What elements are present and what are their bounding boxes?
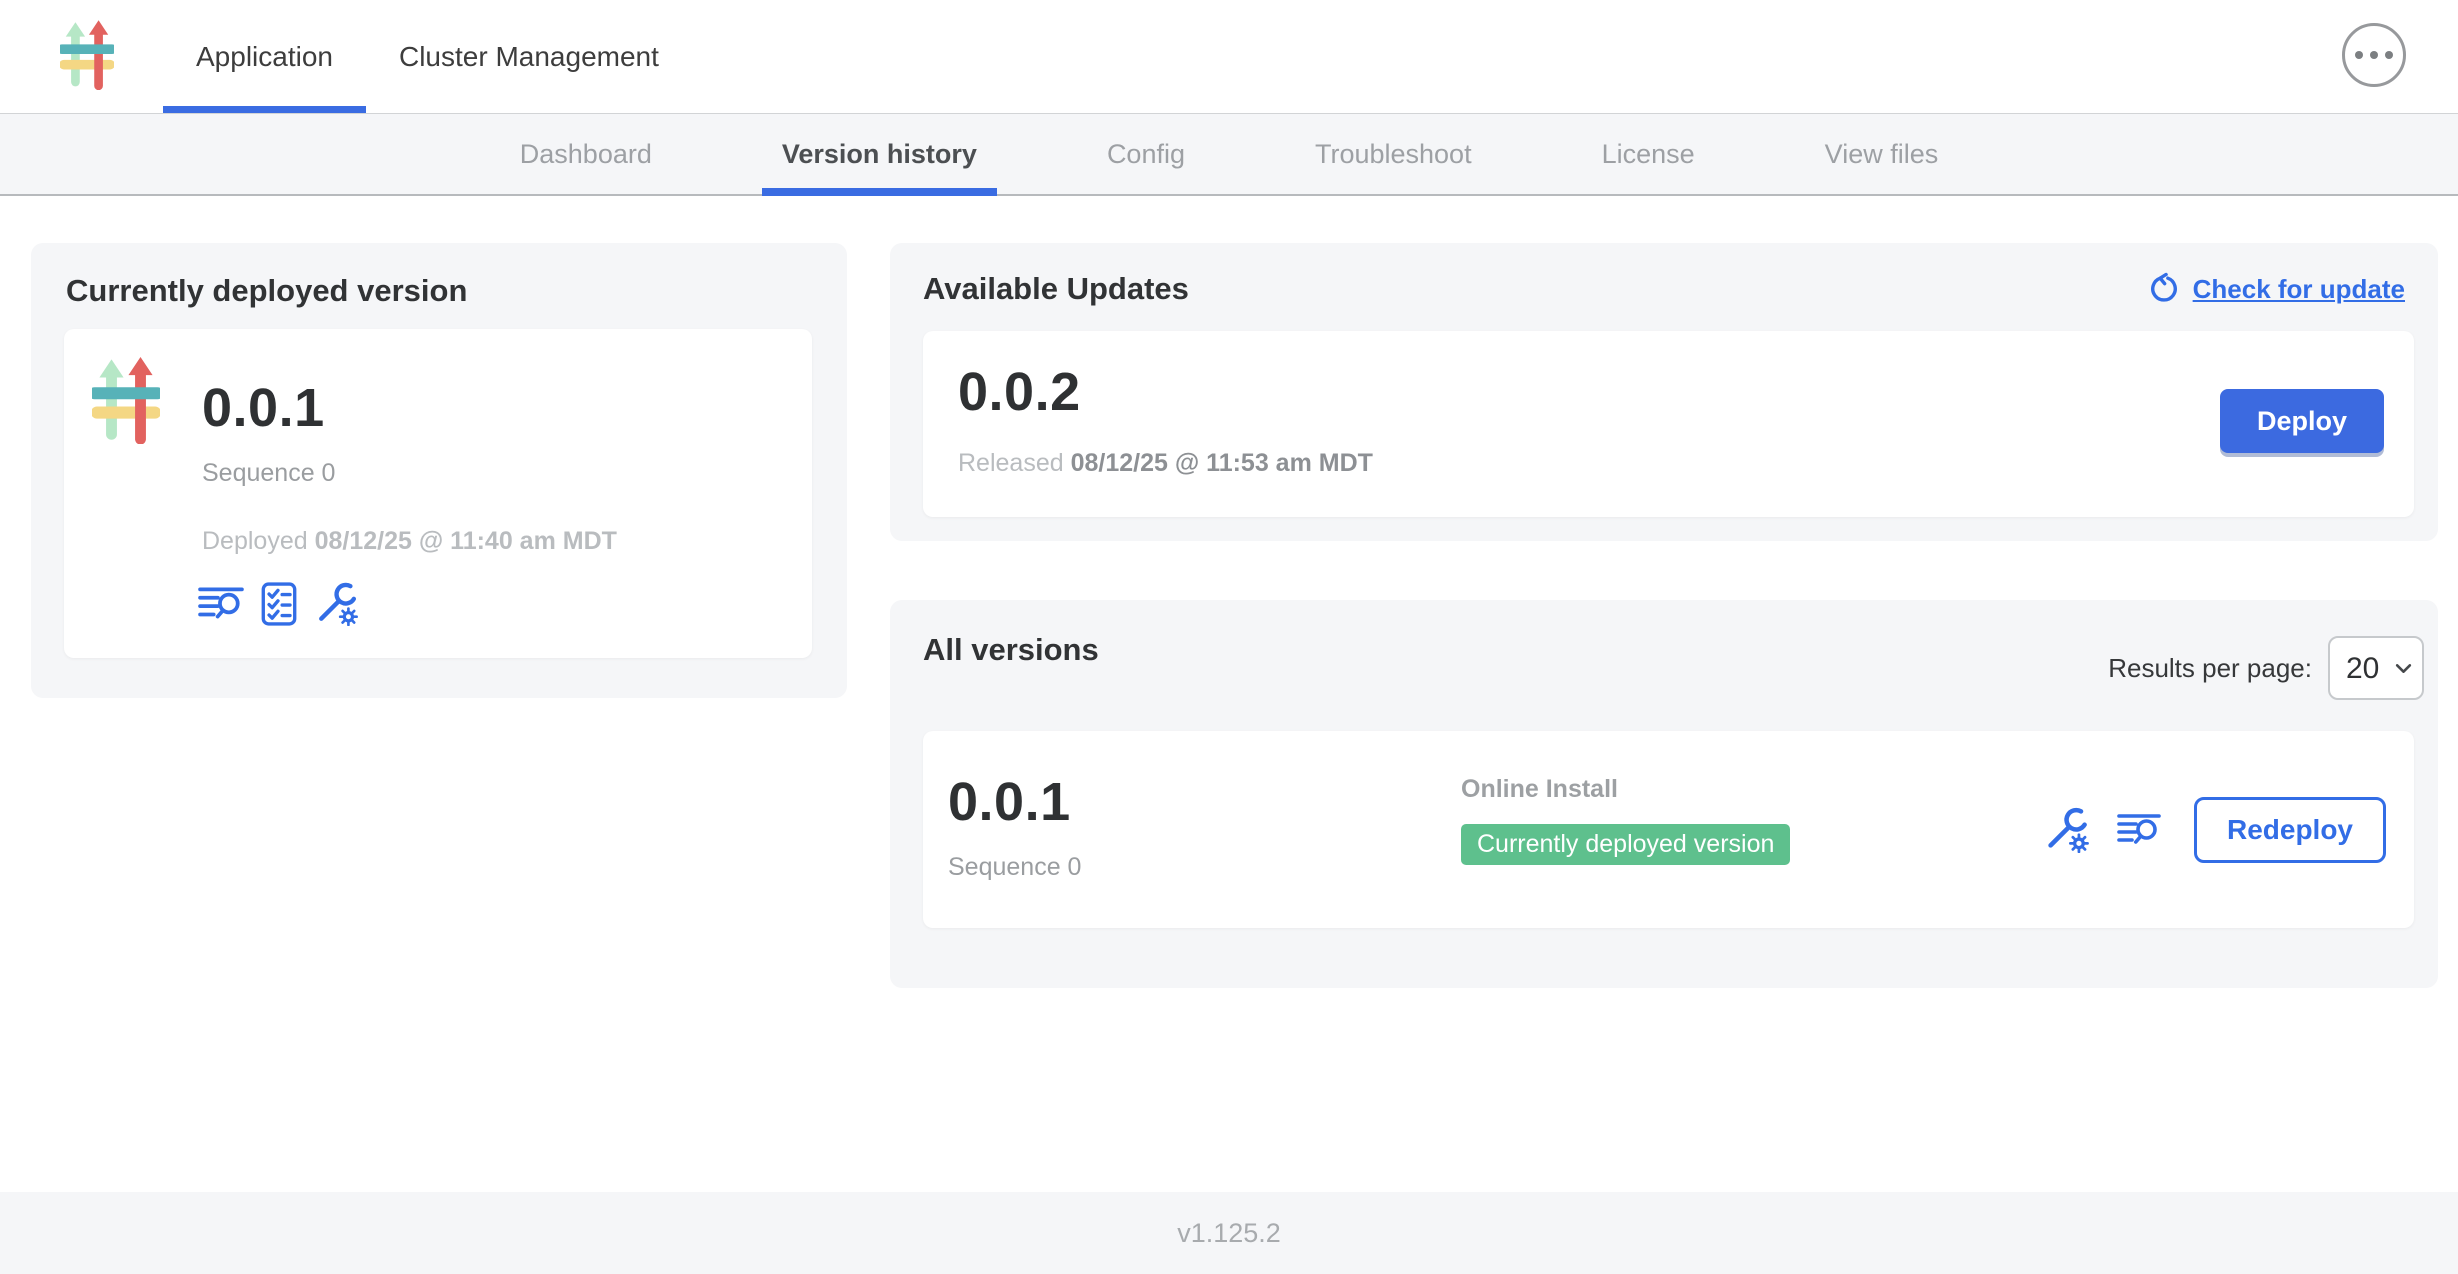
deployed-sequence: Sequence 0 [202,459,335,488]
results-per-page-label: Results per page: [2108,653,2312,684]
edit-config-button[interactable] [2043,806,2090,853]
app-header: Application Cluster Management [0,0,2458,113]
overflow-menu-button[interactable] [2342,23,2406,87]
install-type-label: Online Install [1461,775,1790,804]
currently-deployed-badge: Currently deployed version [1461,824,1790,865]
subnav-license[interactable]: License [1537,114,1760,194]
subnav-dashboard[interactable]: Dashboard [455,114,717,194]
ellipsis-icon [2355,51,2363,59]
app-subnav: Dashboard Version history Config Trouble… [0,113,2458,196]
update-version-number: 0.0.2 [958,361,1081,423]
deployed-version-panel: 0.0.1 Sequence 0 Deployed 08/12/25 @ 11:… [64,329,812,658]
results-per-page: Results per page: 20 [2108,636,2424,700]
view-logs-button[interactable] [198,585,244,623]
all-versions-title: All versions [923,632,1099,668]
version-row: 0.0.1 Sequence 0 Online Install Currentl… [923,731,2414,928]
available-updates-card: Available Updates Check for update 0.0.2… [890,243,2438,541]
check-for-update-link[interactable]: Check for update [2147,272,2405,306]
deploy-button[interactable]: Deploy [2220,389,2384,453]
results-per-page-select[interactable]: 20 [2328,636,2424,700]
subnav-troubleshoot[interactable]: Troubleshoot [1250,114,1537,194]
results-per-page-select-wrap: 20 [2328,636,2424,700]
edit-config-button[interactable] [314,581,359,626]
deployed-version-actions [198,581,359,626]
tab-cluster-management-label: Cluster Management [399,41,659,73]
available-updates-header: Available Updates Check for update [923,271,2405,307]
edit-config-icon [314,581,359,626]
check-for-update-label: Check for update [2193,274,2405,305]
subnav-version-history[interactable]: Version history [717,114,1042,194]
currently-deployed-card: Currently deployed version 0.0.1 Sequenc… [31,243,847,698]
available-updates-title: Available Updates [923,271,1189,307]
subnav-view-files[interactable]: View files [1760,114,2004,194]
row-version-number: 0.0.1 [948,771,1071,833]
view-logs-button[interactable] [2117,812,2161,848]
row-sequence: Sequence 0 [948,853,1081,882]
subnav-config[interactable]: Config [1042,114,1250,194]
preflight-checks-icon [261,582,297,626]
tab-application[interactable]: Application [163,0,366,113]
refresh-icon [2147,272,2181,306]
app-logo-icon [60,20,114,90]
row-actions: Redeploy [2043,731,2386,928]
edit-config-icon [2043,806,2090,853]
app-footer: v1.125.2 [0,1192,2458,1274]
redeploy-button[interactable]: Redeploy [2194,797,2386,863]
tab-application-label: Application [196,41,333,73]
admin-console-page: Application Cluster Management Dashboard… [0,0,2458,1274]
preflight-checks-button[interactable] [261,582,297,626]
header-tabs: Application Cluster Management [163,0,692,113]
update-released-line: Released 08/12/25 @ 11:53 am MDT [958,449,1373,478]
deployed-version-number: 0.0.1 [202,377,325,439]
view-logs-icon [2117,812,2161,848]
available-update-row: 0.0.2 Released 08/12/25 @ 11:53 am MDT D… [923,331,2414,517]
view-logs-icon [198,585,244,623]
console-version: v1.125.2 [1177,1218,1281,1249]
app-logo-icon [92,357,160,444]
all-versions-card: All versions Results per page: 20 0.0.1 … [890,600,2438,988]
deployed-date-line: Deployed 08/12/25 @ 11:40 am MDT [202,527,617,556]
tab-cluster-management[interactable]: Cluster Management [366,0,692,113]
deployed-card-title: Currently deployed version [66,273,467,309]
row-install-info: Online Install Currently deployed versio… [1461,775,1790,865]
